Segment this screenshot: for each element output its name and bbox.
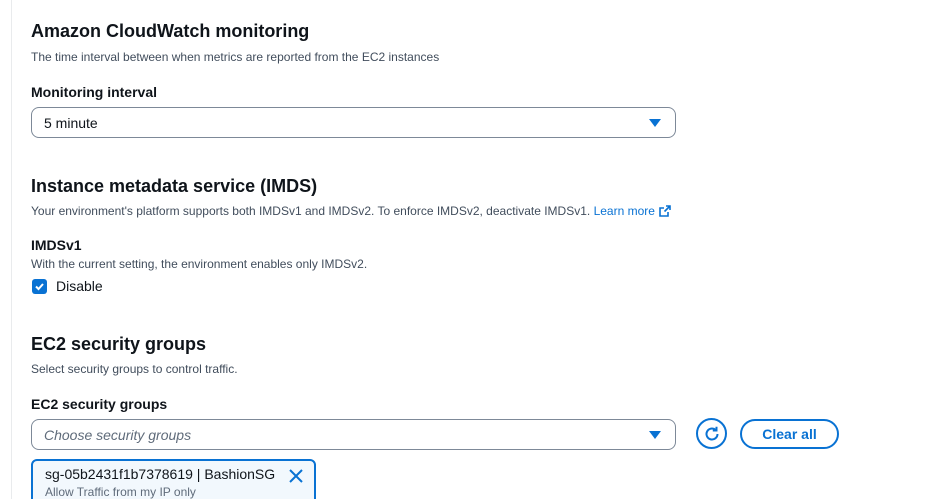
token-label: sg-05b2431f1b7378619 | BashionSG [45, 466, 276, 482]
token-description: Allow Traffic from my IP only [45, 485, 196, 499]
caret-down-icon [649, 430, 661, 439]
disable-checkbox-label: Disable [56, 278, 103, 294]
cloudwatch-description: The time interval between when metrics a… [31, 50, 440, 64]
monitoring-interval-value: 5 minute [44, 114, 98, 131]
monitoring-interval-select[interactable]: 5 minute [31, 107, 676, 138]
disable-imdsv1-checkbox-row[interactable]: Disable [31, 278, 103, 294]
imds-description-text: Your environment's platform supports bot… [31, 204, 591, 218]
refresh-icon [705, 426, 718, 440]
monitoring-interval-label: Monitoring interval [31, 84, 157, 100]
page: Amazon CloudWatch monitoring The time in… [0, 0, 952, 499]
imds-description: Your environment's platform supports bot… [31, 204, 671, 220]
security-groups-placeholder: Choose security groups [44, 426, 192, 443]
caret-down-icon [649, 118, 661, 127]
security-groups-select[interactable]: Choose security groups [31, 419, 676, 450]
checkmark-icon [35, 282, 44, 290]
security-groups-description: Select security groups to control traffi… [31, 362, 238, 376]
security-groups-label: EC2 security groups [31, 396, 168, 412]
cloudwatch-section-title: Amazon CloudWatch monitoring [31, 21, 310, 41]
learn-more-label: Learn more [593, 204, 655, 218]
learn-more-link[interactable]: Learn more [594, 204, 671, 218]
disable-imdsv1-checkbox[interactable] [32, 278, 47, 294]
imds-section-title: Instance metadata service (IMDS) [31, 176, 318, 196]
clear-all-button[interactable]: Clear all [740, 419, 839, 449]
refresh-button[interactable] [696, 418, 727, 449]
security-group-token: sg-05b2431f1b7378619 | BashionSG Allow T… [31, 459, 316, 499]
left-divider [11, 0, 12, 499]
close-icon [289, 469, 303, 483]
security-groups-section-title: EC2 security groups [31, 334, 207, 354]
remove-token-button[interactable] [288, 468, 304, 484]
external-link-icon [659, 205, 671, 220]
imdsv1-description: With the current setting, the environmen… [31, 257, 368, 271]
imdsv1-label: IMDSv1 [31, 237, 82, 253]
